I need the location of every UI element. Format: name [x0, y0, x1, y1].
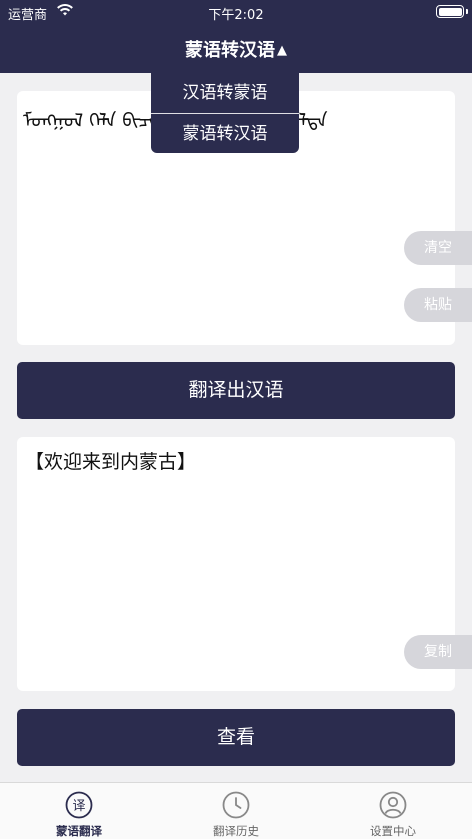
- tab-history[interactable]: 翻译历史: [186, 783, 286, 839]
- tab-settings[interactable]: 设置中心: [343, 783, 443, 839]
- result-text-area: 【欢迎来到内蒙古】: [17, 437, 455, 691]
- nav-header: 运营商 下午2:02 蒙语转汉语 ▲: [0, 0, 472, 73]
- translate-icon: 译: [65, 791, 93, 819]
- translate-button[interactable]: 翻译出汉语: [17, 362, 455, 419]
- tab-label: 翻译历史: [213, 824, 259, 838]
- tab-label: 蒙语翻译: [56, 824, 102, 838]
- tab-translate[interactable]: 译 蒙语翻译: [29, 783, 129, 839]
- result-text: 【欢迎来到内蒙古】: [25, 451, 197, 473]
- language-direction-toggle[interactable]: 蒙语转汉语 ▲: [0, 36, 472, 62]
- caret-up-icon: ▲: [277, 43, 287, 58]
- translate-icon-glyph: 译: [72, 799, 85, 814]
- copy-button[interactable]: 复制: [404, 635, 472, 669]
- tab-label: 设置中心: [370, 824, 416, 838]
- dropdown-item-mn-to-zh[interactable]: 蒙语转汉语: [151, 113, 299, 153]
- clock-time: 下午2:02: [208, 8, 264, 23]
- clock-icon: [222, 791, 250, 819]
- clear-button[interactable]: 清空: [404, 231, 472, 265]
- dropdown-item-zh-to-mn[interactable]: 汉语转蒙语: [151, 73, 299, 113]
- language-dropdown: 汉语转蒙语 蒙语转汉语: [151, 73, 299, 153]
- user-icon: [379, 791, 407, 819]
- view-button[interactable]: 查看: [17, 709, 455, 766]
- battery-icon: [436, 5, 468, 18]
- tab-bar: 译 蒙语翻译 翻译历史 设置中心: [0, 782, 472, 839]
- status-bar: 运营商 下午2:02: [0, 0, 472, 24]
- nav-title-label: 蒙语转汉语: [185, 40, 275, 61]
- paste-button[interactable]: 粘贴: [404, 288, 472, 322]
